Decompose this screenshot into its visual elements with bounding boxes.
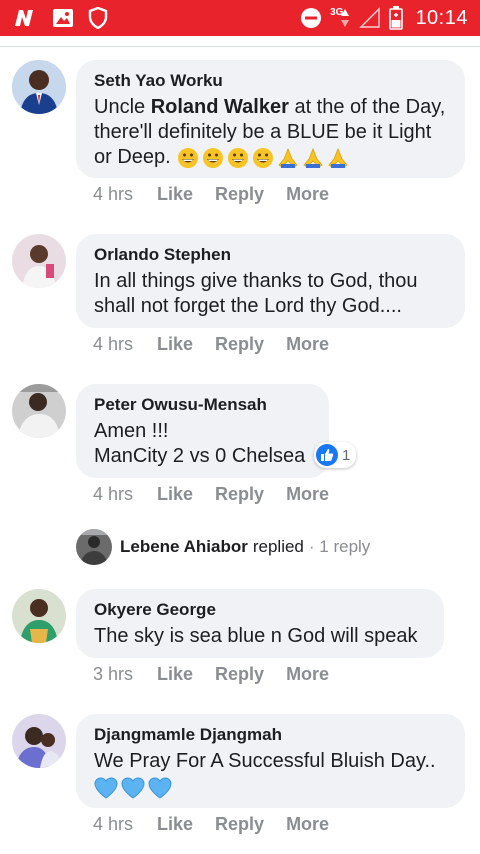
reaction-summary[interactable]: 1 [314, 442, 357, 468]
blue-heart-icon [94, 777, 118, 799]
news-app-icon [12, 8, 38, 28]
like-button[interactable]: Like [157, 184, 193, 205]
folded-hands-icon [278, 147, 298, 168]
grinning-face-icon [202, 147, 223, 168]
more-button[interactable]: More [286, 664, 329, 685]
like-button[interactable]: Like [157, 664, 193, 685]
avatar[interactable] [12, 384, 66, 438]
avatar [76, 529, 112, 565]
thumbs-up-icon [316, 444, 338, 466]
avatar[interactable] [12, 714, 66, 768]
comment-bubble[interactable]: Orlando Stephen In all things give thank… [76, 234, 465, 328]
blue-heart-icon [121, 777, 145, 799]
avatar[interactable] [12, 60, 66, 114]
blue-heart-icon [148, 777, 172, 799]
comment-timestamp[interactable]: 4 hrs [93, 814, 157, 835]
comment-timestamp[interactable]: 4 hrs [93, 184, 157, 205]
comment-actions: 4 hrs Like Reply More [93, 184, 351, 205]
comment-text: Uncle Roland Walker at the of the Day, t… [94, 95, 447, 170]
reply-button[interactable]: Reply [215, 184, 264, 205]
more-button[interactable]: More [286, 814, 329, 835]
comment-text: We Pray For A Successful Bluish Day.. [94, 750, 436, 772]
do-not-disturb-icon [300, 7, 322, 29]
reply-button[interactable]: Reply [215, 814, 264, 835]
mobile-data-icon: 3G [330, 7, 351, 29]
reply-button[interactable]: Reply [215, 484, 264, 505]
battery-charging-icon [389, 6, 404, 30]
like-button[interactable]: Like [157, 334, 193, 355]
status-bar: 3G 10:14 [0, 0, 480, 36]
comment-author[interactable]: Orlando Stephen [94, 244, 447, 266]
more-button[interactable]: More [286, 184, 329, 205]
grinning-face-icon [177, 147, 198, 168]
comment-text: Amen !!! ManCity 2 vs 0 Chelsea [94, 419, 311, 469]
view-replies-link[interactable]: Lebene Ahiabor replied · 1 reply [76, 529, 370, 565]
comment-bubble[interactable]: Okyere George The sky is sea blue n God … [76, 589, 444, 658]
mentioned-user[interactable]: Roland Walker [151, 96, 289, 118]
comment-author[interactable]: Djangmamle Djangmah [94, 724, 447, 746]
reply-author: Lebene Ahiabor [120, 537, 248, 556]
reaction-count: 1 [342, 446, 351, 464]
folded-hands-icon [328, 147, 348, 168]
comment-bubble[interactable]: Djangmamle Djangmah We Pray For A Succes… [76, 714, 465, 808]
comment-actions: 3 hrs Like Reply More [93, 664, 351, 685]
grinning-face-icon [252, 147, 273, 168]
comment-author[interactable]: Peter Owusu-Mensah [94, 394, 311, 416]
comment-timestamp[interactable]: 4 hrs [93, 334, 157, 355]
reply-count: · 1 reply [308, 537, 371, 556]
avatar[interactable] [12, 589, 66, 643]
comment-actions: 4 hrs Like Reply More [93, 484, 351, 505]
comment-bubble[interactable]: Peter Owusu-Mensah Amen !!! ManCity 2 vs… [76, 384, 329, 478]
network-type-label: 3G [330, 6, 344, 18]
comment-text-line: ManCity 2 vs 0 Chelsea [94, 445, 306, 467]
signal-icon [359, 7, 381, 29]
shield-icon [88, 7, 108, 29]
status-clock: 10:14 [415, 6, 468, 29]
reply-button[interactable]: Reply [215, 664, 264, 685]
like-button[interactable]: Like [157, 814, 193, 835]
comment-author[interactable]: Okyere George [94, 599, 426, 621]
emoji-row [94, 777, 447, 799]
folded-hands-icon [303, 147, 323, 168]
comment-author[interactable]: Seth Yao Worku [94, 70, 447, 92]
comment-actions: 4 hrs Like Reply More [93, 334, 351, 355]
grinning-face-icon [227, 147, 248, 168]
comment-text-part: Uncle [94, 96, 151, 118]
comment-text: In all things give thanks to God, thou s… [94, 270, 418, 317]
comment-bubble[interactable]: Seth Yao Worku Uncle Roland Walker at th… [76, 60, 465, 178]
comment-text: The sky is sea blue n God will speak [94, 625, 418, 647]
reply-button[interactable]: Reply [215, 334, 264, 355]
avatar[interactable] [12, 234, 66, 288]
like-button[interactable]: Like [157, 484, 193, 505]
comment-timestamp[interactable]: 4 hrs [93, 484, 157, 505]
more-button[interactable]: More [286, 334, 329, 355]
comment-text-line: Amen !!! [94, 420, 169, 442]
comment-actions: 4 hrs Like Reply More [93, 814, 351, 835]
gallery-icon [52, 8, 74, 28]
more-button[interactable]: More [286, 484, 329, 505]
replied-label: replied [252, 537, 304, 556]
divider [0, 46, 480, 47]
comment-timestamp[interactable]: 3 hrs [93, 664, 157, 685]
emoji-row [177, 147, 349, 169]
